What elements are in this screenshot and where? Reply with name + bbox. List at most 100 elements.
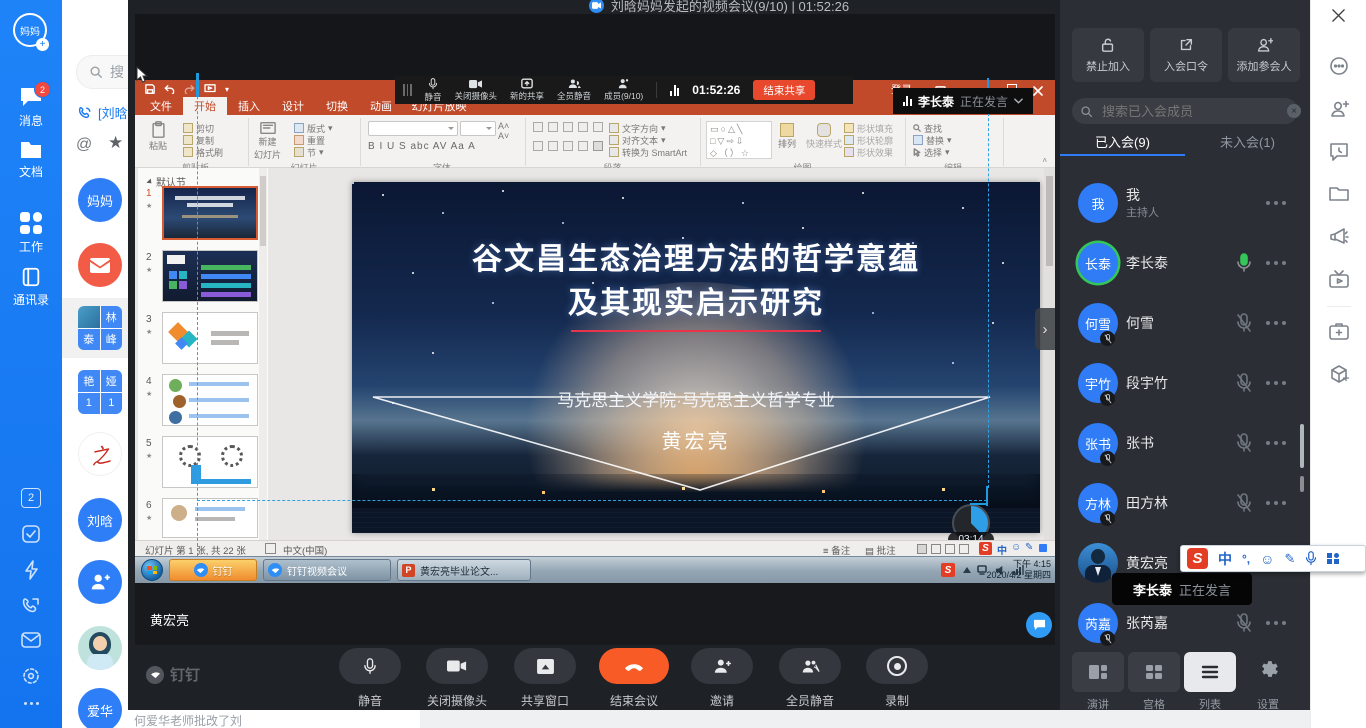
slide-thumb-5[interactable]: [162, 436, 258, 488]
view-speaker-button[interactable]: [1072, 652, 1124, 692]
mic-muted-icon[interactable]: [1236, 433, 1252, 453]
shape-outline-button[interactable]: 形状轮廓: [844, 134, 893, 146]
font-style-buttons[interactable]: B I U S abc AV Aa A: [368, 141, 476, 152]
slide-canvas[interactable]: 谷文昌生态治理方法的哲学意蕴 及其现实启示研究 马克思主义学院·马克思主义哲学专…: [352, 182, 1040, 533]
more-tools-icon[interactable]: [1329, 56, 1349, 76]
nav-label-work[interactable]: 工作: [0, 238, 62, 255]
panel-scrollbar-thumb2[interactable]: [1300, 476, 1304, 492]
ime-mode-icon[interactable]: 中: [997, 542, 1007, 557]
font-grow-shrink[interactable]: A˄ A˅: [498, 121, 522, 141]
paste-button[interactable]: 粘贴: [149, 121, 167, 152]
tray-expand-icon[interactable]: [963, 567, 971, 573]
close-icon[interactable]: [1331, 8, 1346, 28]
history-icon[interactable]: [1329, 142, 1349, 162]
chat-avatar[interactable]: 妈妈: [78, 178, 122, 222]
tab-design[interactable]: 设计: [271, 97, 315, 115]
language-status[interactable]: 中文(中国): [283, 543, 327, 557]
ime-grid-icon[interactable]: [1327, 553, 1339, 565]
at-filter[interactable]: @: [76, 136, 92, 154]
tab-transitions[interactable]: 切换: [315, 97, 359, 115]
member-row-me[interactable]: 我 我 主持人: [1060, 173, 1310, 233]
slide-scrollbar[interactable]: [1044, 168, 1055, 540]
ime-pen-icon[interactable]: ✎: [1025, 542, 1033, 553]
add-contact-avatar[interactable]: [78, 560, 122, 604]
panel-collapse-handle[interactable]: ›: [1035, 308, 1055, 350]
announcement-icon[interactable]: [1329, 227, 1349, 247]
undo-icon[interactable]: [164, 84, 175, 94]
member-menu-icon[interactable]: [1266, 201, 1286, 205]
member-row[interactable]: 宇竹 段宇竹: [1060, 353, 1310, 413]
member-menu-icon[interactable]: [1266, 501, 1286, 505]
member-menu-icon[interactable]: [1266, 321, 1286, 325]
plugin-cube-icon[interactable]: [1329, 364, 1349, 384]
slideshow-qat-icon[interactable]: [204, 84, 216, 94]
chat-avatar[interactable]: 刘晗: [78, 498, 122, 542]
ime-chinese-mode[interactable]: 中: [1218, 549, 1232, 569]
taskbar-app-meeting[interactable]: 钉钉视频会议: [263, 559, 391, 581]
share-muteall-button[interactable]: 全员静音: [557, 78, 591, 102]
ime-smile-icon[interactable]: ☺: [1011, 542, 1021, 553]
reset-button[interactable]: 重置: [294, 134, 333, 146]
mic-muted-icon[interactable]: [1236, 493, 1252, 513]
taskbar-app-dingtalk[interactable]: 钉钉: [169, 559, 257, 581]
tab-file[interactable]: 文件: [139, 97, 183, 115]
ime-keyboard-icon[interactable]: [1039, 544, 1047, 552]
meeting-chat-button[interactable]: [1026, 612, 1052, 638]
share-mute-button[interactable]: 静音: [425, 78, 442, 103]
inbox-icon[interactable]: [21, 632, 41, 653]
slide-thumb-6[interactable]: [162, 498, 258, 538]
view-list-button-active[interactable]: [1184, 652, 1236, 692]
smartart-button[interactable]: 转换为 SmartArt: [609, 146, 687, 158]
quick-access-toolbar[interactable]: ▾: [145, 84, 229, 94]
member-row[interactable]: 方林 田方林: [1060, 473, 1310, 533]
add-member-icon[interactable]: [1329, 99, 1349, 119]
normal-view-icon[interactable]: [917, 544, 927, 554]
align-text-button[interactable]: 对齐文本 ▾: [609, 134, 687, 146]
sorter-view-icon[interactable]: [931, 544, 941, 554]
folder-icon[interactable]: [1329, 185, 1349, 205]
member-menu-icon[interactable]: [1266, 381, 1286, 385]
member-menu-icon[interactable]: [1266, 261, 1286, 265]
mail-avatar[interactable]: [78, 243, 122, 287]
spellcheck-icon[interactable]: [265, 543, 276, 554]
mic-muted-icon[interactable]: [1236, 613, 1252, 633]
taskbar-clock[interactable]: 下午 4:15 2020/4/2 星期四: [986, 559, 1051, 581]
share-camera-button[interactable]: 关闭摄像头: [455, 79, 498, 102]
tab-joined[interactable]: 已入会(9): [1060, 132, 1185, 151]
camera-control[interactable]: 关闭摄像头: [417, 648, 497, 709]
mute-control[interactable]: 静音: [330, 648, 410, 709]
member-row[interactable]: 长泰 李长泰: [1060, 233, 1310, 293]
slide-thumb-2[interactable]: [162, 250, 258, 302]
arrange-button[interactable]: 排列: [778, 123, 796, 150]
nav-label-contacts[interactable]: 通讯录: [0, 291, 62, 308]
work-icon[interactable]: [20, 212, 42, 234]
member-search-input[interactable]: [1100, 103, 1280, 120]
copy-button[interactable]: 复制: [183, 134, 223, 146]
member-menu-icon[interactable]: [1266, 441, 1286, 445]
nav-label-docs[interactable]: 文档: [0, 163, 62, 180]
group-avatar-lin[interactable]: 林 泰 峰: [78, 306, 122, 350]
share-window-control[interactable]: 共享窗口: [505, 648, 585, 709]
sogou-logo-icon[interactable]: S: [1187, 548, 1208, 569]
layout-button[interactable]: 版式 ▾: [294, 122, 333, 134]
font-size-dropdown[interactable]: [460, 121, 496, 136]
chat-avatar[interactable]: 爱华: [78, 688, 122, 728]
lock-meeting-button[interactable]: 禁止加入: [1072, 28, 1144, 82]
shapes-gallery[interactable]: ▭○△╲□▽⇨⇩◇（）☆: [706, 121, 772, 159]
end-meeting-control[interactable]: 结束会议: [594, 648, 674, 709]
cut-button[interactable]: 剪切: [183, 122, 223, 134]
sogou-statusbar-icon[interactable]: S: [979, 542, 992, 555]
star-filter-icon[interactable]: ★: [108, 133, 123, 153]
end-share-button[interactable]: 结束共享: [753, 80, 815, 100]
format-painter-button[interactable]: 格式刷: [183, 146, 223, 158]
redo-icon[interactable]: [184, 84, 195, 94]
ime-voice-icon[interactable]: [1305, 551, 1317, 566]
share-members-button[interactable]: 成员(9/10): [604, 78, 643, 102]
group-avatar-yan[interactable]: 艳 娅 1 1: [78, 370, 122, 414]
drag-handle-icon[interactable]: [403, 84, 412, 96]
add-participant-button[interactable]: 添加参会人: [1228, 28, 1300, 82]
messages-icon[interactable]: 2: [19, 86, 43, 113]
mic-muted-icon[interactable]: [1236, 373, 1252, 393]
mic-active-icon[interactable]: [1236, 253, 1252, 273]
member-row[interactable]: 何雪 何雪: [1060, 293, 1310, 353]
